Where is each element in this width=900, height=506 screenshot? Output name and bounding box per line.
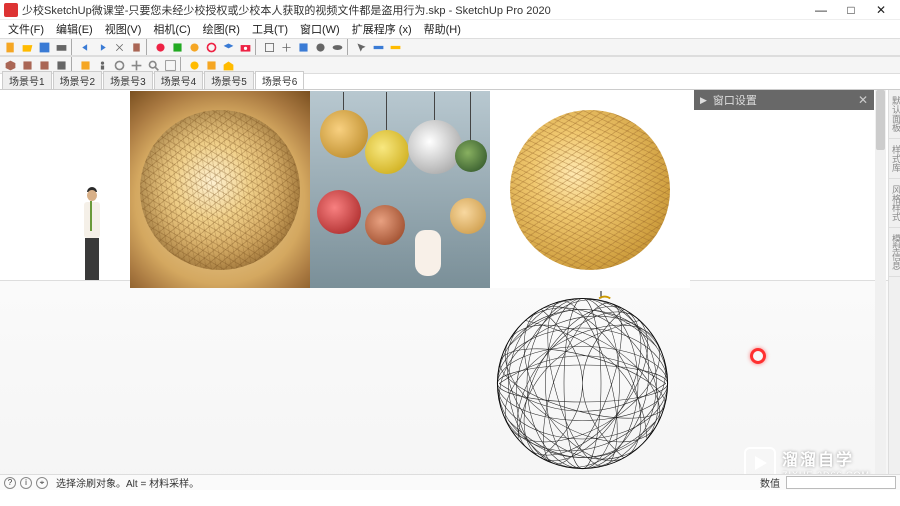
toolbar-separator bbox=[71, 39, 75, 55]
pendant-ball bbox=[450, 198, 486, 234]
menu-help[interactable]: 帮助(H) bbox=[418, 19, 467, 39]
component-icon[interactable] bbox=[169, 39, 185, 55]
box-icon[interactable] bbox=[261, 39, 277, 55]
scene-tab-1[interactable]: 场景号1 bbox=[2, 71, 52, 89]
pendant-ball bbox=[455, 140, 487, 172]
wireframe-icon[interactable] bbox=[278, 39, 294, 55]
scene-tabs: 场景号1 场景号2 场景号3 场景号4 场景号5 场景号6 bbox=[0, 74, 900, 90]
cursor-indicator-icon bbox=[750, 348, 766, 364]
viewport[interactable]: ▶ 窗口设置 ✕ 默认面板 样式库 风格样式 模型信息 ▾ 溜溜自学 ZIXUE… bbox=[0, 90, 900, 490]
titlebar: 少校SketchUp微课堂-只要您未经少校授权或少校本人获取的视频文件都是盗用行… bbox=[0, 0, 900, 20]
layers-icon[interactable] bbox=[220, 39, 236, 55]
info-icon[interactable]: i bbox=[20, 477, 32, 489]
close-button[interactable]: ✕ bbox=[866, 0, 896, 20]
window-title: 少校SketchUp微课堂-只要您未经少校授权或少校本人获取的视频文件都是盗用行… bbox=[22, 2, 806, 18]
style-icon[interactable] bbox=[312, 39, 328, 55]
maximize-button[interactable]: □ bbox=[836, 0, 866, 20]
tape-icon[interactable] bbox=[387, 39, 403, 55]
scale-figure[interactable] bbox=[80, 187, 104, 279]
toolbar-row-1 bbox=[0, 38, 900, 56]
menu-extensions[interactable]: 扩展程序 (x) bbox=[346, 19, 418, 39]
open-file-icon[interactable] bbox=[19, 39, 35, 55]
toolbar-separator bbox=[347, 39, 351, 55]
paste-icon[interactable] bbox=[128, 39, 144, 55]
explode-icon[interactable] bbox=[186, 39, 202, 55]
scene-tab-6[interactable]: 场景号6 bbox=[255, 71, 305, 89]
menu-camera[interactable]: 相机(C) bbox=[147, 19, 196, 39]
refresh-icon[interactable] bbox=[203, 39, 219, 55]
status-hint: 选择涂刷对象。Alt = 材料采样。 bbox=[56, 475, 199, 490]
geo-icon[interactable]: ⌖ bbox=[36, 477, 48, 489]
pendant-ball bbox=[365, 130, 409, 174]
redo-icon[interactable] bbox=[94, 39, 110, 55]
menu-tools[interactable]: 工具(T) bbox=[246, 19, 294, 39]
reference-image-3[interactable] bbox=[490, 91, 690, 288]
print-icon[interactable] bbox=[53, 39, 69, 55]
pendant-ball bbox=[365, 205, 405, 245]
vase-prop bbox=[415, 230, 441, 276]
tray-title: 窗口设置 bbox=[713, 92, 757, 108]
measure-label: 数值 bbox=[760, 475, 780, 490]
menu-edit[interactable]: 编辑(E) bbox=[50, 19, 99, 39]
camera-icon[interactable] bbox=[237, 39, 253, 55]
help-icon[interactable]: ? bbox=[4, 477, 16, 489]
menu-file[interactable]: 文件(F) bbox=[2, 19, 50, 39]
fog-icon[interactable] bbox=[329, 39, 345, 55]
pendant-ball bbox=[317, 190, 361, 234]
lamp-cord-icon bbox=[386, 92, 387, 134]
statusbar: ? i ⌖ 选择涂刷对象。Alt = 材料采样。 数值 bbox=[0, 474, 900, 490]
wireframe-sphere-model[interactable] bbox=[490, 291, 675, 476]
cut-icon[interactable] bbox=[111, 39, 127, 55]
reference-image-1[interactable] bbox=[130, 91, 310, 288]
measurement-input[interactable] bbox=[786, 476, 896, 489]
minimize-button[interactable]: — bbox=[806, 0, 836, 20]
pendant-ball bbox=[320, 110, 368, 158]
gear-icon[interactable] bbox=[152, 39, 168, 55]
chevron-right-icon: ▶ bbox=[700, 95, 707, 106]
menu-view[interactable]: 视图(V) bbox=[99, 19, 148, 39]
right-tab-4[interactable]: 模型信息 bbox=[889, 228, 900, 277]
scene-tab-4[interactable]: 场景号4 bbox=[154, 71, 204, 89]
right-tab-1[interactable]: 默认面板 bbox=[889, 90, 900, 139]
scene-tab-5[interactable]: 场景号5 bbox=[204, 71, 254, 89]
vertical-scrollbar[interactable]: ▾ bbox=[875, 90, 886, 490]
select-icon[interactable] bbox=[353, 39, 369, 55]
right-sidebar-tabs: 默认面板 样式库 风格样式 模型信息 bbox=[888, 90, 900, 490]
menubar: 文件(F) 编辑(E) 视图(V) 相机(C) 绘图(R) 工具(T) 窗口(W… bbox=[0, 20, 900, 38]
toolbar-separator bbox=[255, 39, 259, 55]
window-controls: — □ ✕ bbox=[806, 0, 896, 20]
right-tab-3[interactable]: 风格样式 bbox=[889, 179, 900, 228]
app-icon bbox=[4, 3, 18, 17]
save-icon[interactable] bbox=[36, 39, 52, 55]
tray-panel-header[interactable]: ▶ 窗口设置 ✕ bbox=[694, 90, 874, 110]
scrollbar-thumb[interactable] bbox=[876, 90, 885, 150]
right-tab-2[interactable]: 样式库 bbox=[889, 139, 900, 179]
watermark-main: 溜溜自学 bbox=[782, 446, 870, 470]
ruler-icon[interactable] bbox=[370, 39, 386, 55]
scene-tab-2[interactable]: 场景号2 bbox=[53, 71, 103, 89]
scene-tab-3[interactable]: 场景号3 bbox=[103, 71, 153, 89]
lamp-cord-icon bbox=[470, 92, 471, 144]
toolbar-separator bbox=[146, 39, 150, 55]
undo-icon[interactable] bbox=[77, 39, 93, 55]
menu-draw[interactable]: 绘图(R) bbox=[197, 19, 246, 39]
menu-window[interactable]: 窗口(W) bbox=[294, 19, 346, 39]
new-file-icon[interactable] bbox=[2, 39, 18, 55]
shaded-icon[interactable] bbox=[295, 39, 311, 55]
close-icon[interactable]: ✕ bbox=[858, 93, 868, 107]
pendant-ball bbox=[408, 120, 462, 174]
